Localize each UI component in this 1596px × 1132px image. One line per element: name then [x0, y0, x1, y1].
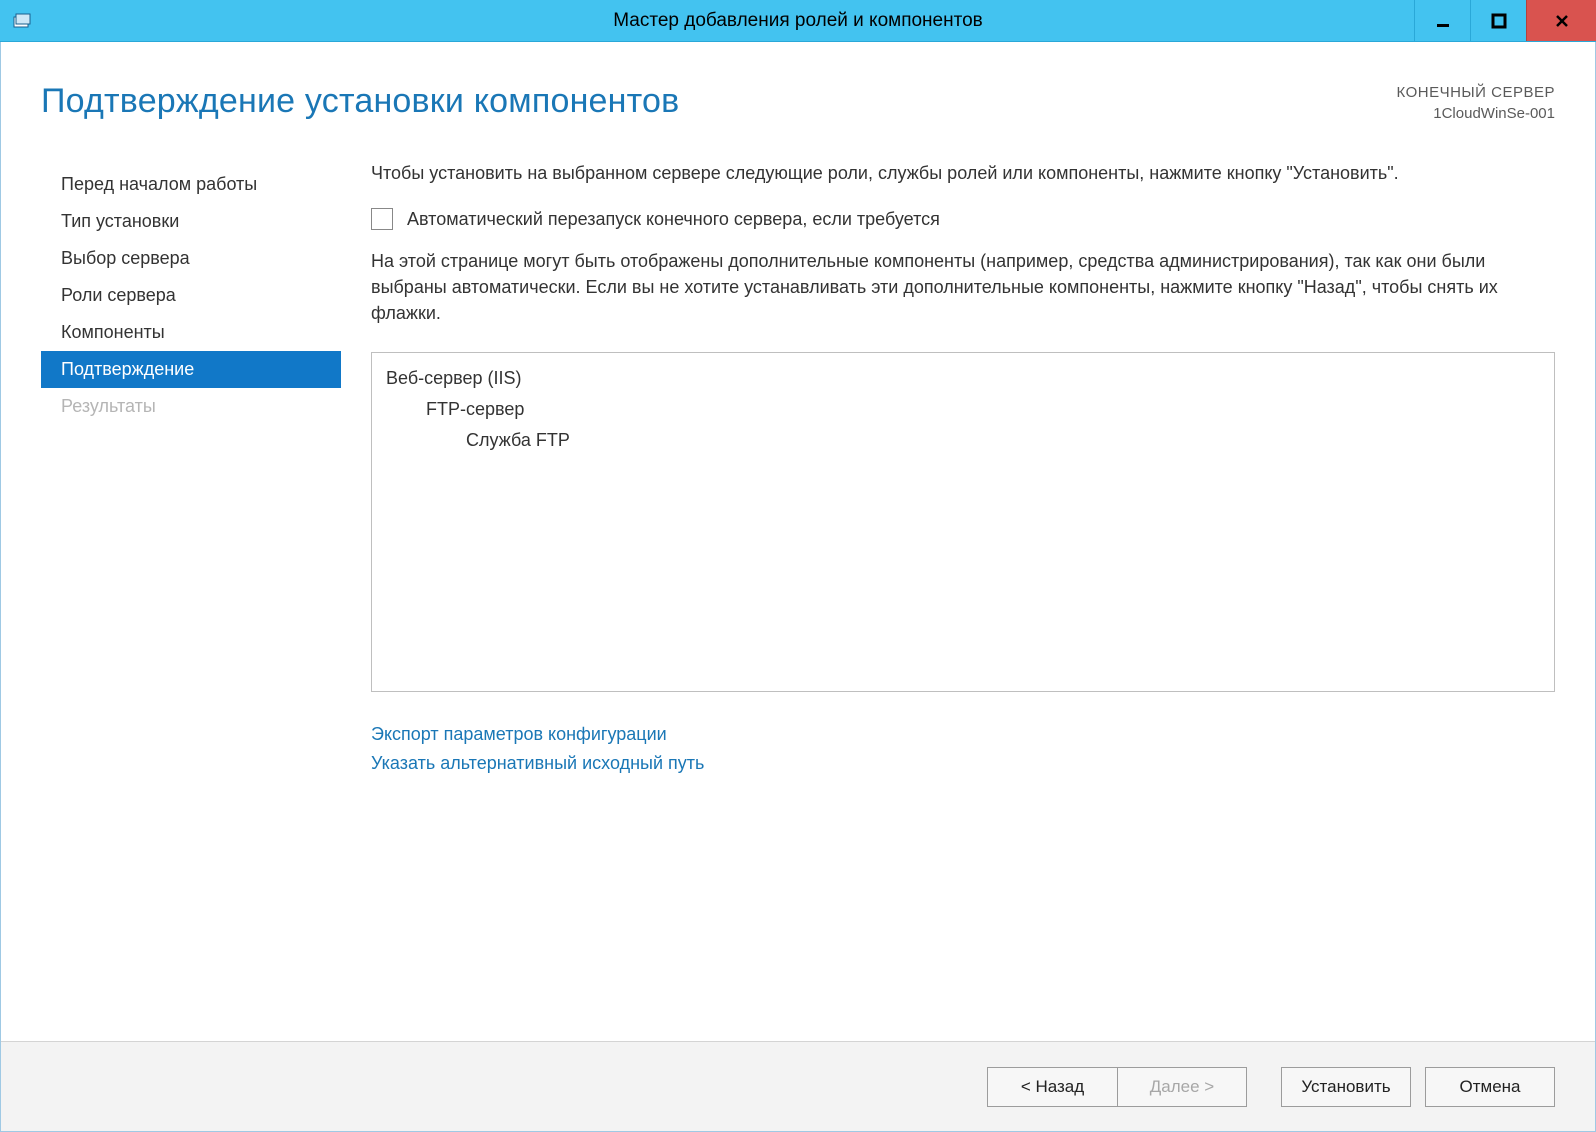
- server-name: 1CloudWinSe-001: [1397, 103, 1556, 124]
- minimize-button[interactable]: [1414, 0, 1470, 41]
- wizard-body: Подтверждение установки компонентов КОНЕ…: [0, 42, 1596, 1132]
- window-controls: [1414, 0, 1596, 41]
- main-pane: Чтобы установить на выбранном сервере сл…: [341, 160, 1555, 778]
- restart-checkbox[interactable]: [371, 208, 393, 230]
- restart-checkbox-label: Автоматический перезапуск конечного серв…: [407, 209, 940, 230]
- restart-checkbox-row[interactable]: Автоматический перезапуск конечного серв…: [371, 208, 1555, 230]
- link-alt-source-path[interactable]: Указать альтернативный исходный путь: [371, 749, 1555, 778]
- footer: < Назад Далее > Установить Отмена: [1, 1041, 1595, 1131]
- step-results: Результаты: [41, 388, 341, 425]
- server-info: КОНЕЧНЫЙ СЕРВЕР 1CloudWinSe-001: [1397, 82, 1556, 124]
- close-button[interactable]: [1526, 0, 1596, 41]
- step-server-selection[interactable]: Выбор сервера: [41, 240, 341, 277]
- title-bar: Мастер добавления ролей и компонентов: [0, 0, 1596, 42]
- install-button[interactable]: Установить: [1281, 1067, 1411, 1107]
- cancel-button[interactable]: Отмена: [1425, 1067, 1555, 1107]
- instruction-text: Чтобы установить на выбранном сервере сл…: [371, 160, 1555, 186]
- step-before-you-begin[interactable]: Перед началом работы: [41, 166, 341, 203]
- step-server-roles[interactable]: Роли сервера: [41, 277, 341, 314]
- action-links: Экспорт параметров конфигурации Указать …: [371, 692, 1555, 778]
- tree-item-iis[interactable]: Веб-сервер (IIS): [386, 363, 1540, 394]
- nav-button-group: < Назад Далее >: [987, 1067, 1247, 1107]
- link-export-config[interactable]: Экспорт параметров конфигурации: [371, 720, 1555, 749]
- page-header: Подтверждение установки компонентов КОНЕ…: [41, 82, 1555, 124]
- step-features[interactable]: Компоненты: [41, 314, 341, 351]
- next-button: Далее >: [1117, 1067, 1247, 1107]
- back-button[interactable]: < Назад: [987, 1067, 1117, 1107]
- wizard-steps: Перед началом работы Тип установки Выбор…: [41, 160, 341, 778]
- step-installation-type[interactable]: Тип установки: [41, 203, 341, 240]
- tree-item-ftp-svc[interactable]: Служба FTP: [386, 425, 1540, 456]
- page-title: Подтверждение установки компонентов: [41, 82, 679, 121]
- tree-item-ftp[interactable]: FTP-сервер: [386, 394, 1540, 425]
- content: Подтверждение установки компонентов КОНЕ…: [1, 42, 1595, 1041]
- server-label: КОНЕЧНЫЙ СЕРВЕР: [1397, 82, 1556, 103]
- maximize-button[interactable]: [1470, 0, 1526, 41]
- window-title: Мастер добавления ролей и компонентов: [0, 10, 1596, 32]
- note-text: На этой странице могут быть отображены д…: [371, 248, 1555, 326]
- app-icon: [10, 9, 34, 33]
- columns: Перед началом работы Тип установки Выбор…: [41, 160, 1555, 778]
- selection-tree[interactable]: Веб-сервер (IIS) FTP-сервер Служба FTP: [371, 352, 1555, 692]
- step-confirmation[interactable]: Подтверждение: [41, 351, 341, 388]
